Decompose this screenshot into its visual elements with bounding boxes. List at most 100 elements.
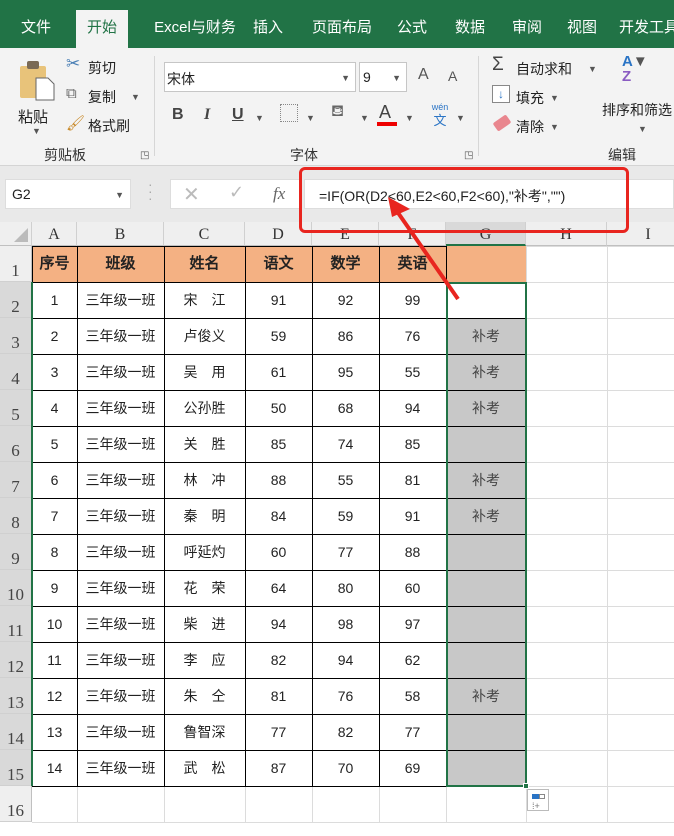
- table-cell[interactable]: 60: [379, 570, 446, 606]
- table-cell[interactable]: 76: [312, 678, 379, 714]
- chevron-down-icon[interactable]: ▼: [360, 113, 369, 123]
- table-cell[interactable]: 朱 仝: [164, 678, 245, 714]
- sort-filter-button[interactable]: A▼ Z 排序和筛选 ▼: [602, 54, 674, 138]
- table-cell[interactable]: 三年级一班: [77, 318, 164, 354]
- table-cell[interactable]: 8: [32, 534, 77, 570]
- table-cell[interactable]: 三年级一班: [77, 462, 164, 498]
- tab-8[interactable]: 视图: [556, 10, 608, 48]
- bold-button[interactable]: B: [172, 106, 184, 124]
- table-cell[interactable]: 94: [312, 642, 379, 678]
- cancel-icon[interactable]: ✕: [183, 182, 200, 207]
- tab-6[interactable]: 数据: [444, 10, 496, 48]
- table-cell[interactable]: 1: [32, 282, 77, 318]
- table-cell[interactable]: 59: [312, 498, 379, 534]
- row-header-12[interactable]: 12: [0, 642, 32, 678]
- tab-1[interactable]: 开始: [76, 10, 128, 48]
- font-color-button[interactable]: A: [377, 102, 399, 126]
- table-cell[interactable]: 92: [312, 282, 379, 318]
- table-cell[interactable]: 4: [32, 390, 77, 426]
- table-cell[interactable]: 秦 明: [164, 498, 245, 534]
- font-size-dropdown[interactable]: 9 ▼: [359, 62, 407, 92]
- table-cell[interactable]: 三年级一班: [77, 570, 164, 606]
- paste-button[interactable]: 粘贴 ▼: [12, 56, 56, 136]
- row-header-9[interactable]: 9: [0, 534, 32, 570]
- table-cell[interactable]: 77: [312, 534, 379, 570]
- table-cell[interactable]: 11: [32, 642, 77, 678]
- row-header-8[interactable]: 8: [0, 498, 32, 534]
- table-cell[interactable]: 三年级一班: [77, 390, 164, 426]
- autosum-button[interactable]: Σ 自动求和 ▼: [492, 54, 602, 78]
- insert-function-button[interactable]: fx: [273, 184, 285, 204]
- table-cell[interactable]: 3: [32, 354, 77, 390]
- column-header-A[interactable]: A: [32, 222, 77, 246]
- table-cell[interactable]: 58: [379, 678, 446, 714]
- table-cell[interactable]: 95: [312, 354, 379, 390]
- table-cell[interactable]: 5: [32, 426, 77, 462]
- table-cell[interactable]: 88: [245, 462, 312, 498]
- clear-button[interactable]: 清除 ▼: [492, 114, 572, 136]
- table-cell[interactable]: 77: [245, 714, 312, 750]
- table-cell[interactable]: 13: [32, 714, 77, 750]
- table-cell[interactable]: 82: [245, 642, 312, 678]
- font-name-dropdown[interactable]: 宋体 ▼: [164, 62, 356, 92]
- tab-0[interactable]: 文件: [8, 10, 64, 48]
- table-cell[interactable]: 吴 用: [164, 354, 245, 390]
- table-cell[interactable]: 68: [312, 390, 379, 426]
- table-cell[interactable]: 三年级一班: [77, 534, 164, 570]
- table-cell[interactable]: 6: [32, 462, 77, 498]
- table-cell[interactable]: 74: [312, 426, 379, 462]
- table-cell[interactable]: 88: [379, 534, 446, 570]
- row-header-6[interactable]: 6: [0, 426, 32, 462]
- row-header-15[interactable]: 15: [0, 750, 32, 786]
- enter-icon[interactable]: ✓: [229, 182, 244, 203]
- underline-button[interactable]: U: [232, 106, 244, 124]
- row-header-10[interactable]: 10: [0, 570, 32, 606]
- table-cell[interactable]: 98: [312, 606, 379, 642]
- table-cell[interactable]: 76: [379, 318, 446, 354]
- copy-button[interactable]: ⧉ 复制 ▼: [66, 85, 146, 107]
- decrease-font-size-button[interactable]: A: [448, 68, 457, 84]
- table-cell[interactable]: 64: [245, 570, 312, 606]
- row-header-3[interactable]: 3: [0, 318, 32, 354]
- tab-4[interactable]: 页面布局: [300, 10, 384, 48]
- row-header-7[interactable]: 7: [0, 462, 32, 498]
- table-cell[interactable]: 70: [312, 750, 379, 786]
- increase-font-size-button[interactable]: A: [418, 66, 429, 84]
- table-cell[interactable]: 柴 进: [164, 606, 245, 642]
- italic-button[interactable]: I: [204, 106, 210, 124]
- table-cell[interactable]: 94: [245, 606, 312, 642]
- table-cell[interactable]: 81: [379, 462, 446, 498]
- chevron-down-icon[interactable]: ▼: [405, 113, 414, 123]
- table-cell[interactable]: 鲁智深: [164, 714, 245, 750]
- table-cell[interactable]: 60: [245, 534, 312, 570]
- table-cell[interactable]: 87: [245, 750, 312, 786]
- table-cell[interactable]: 2: [32, 318, 77, 354]
- table-cell[interactable]: 12: [32, 678, 77, 714]
- fill-button[interactable]: ↓ 填充 ▼: [492, 85, 572, 107]
- tab-5[interactable]: 公式: [387, 10, 437, 48]
- cut-button[interactable]: ✂ 剪切: [66, 54, 136, 78]
- row-header-4[interactable]: 4: [0, 354, 32, 390]
- dialog-launcher-icon[interactable]: ◳: [464, 150, 473, 161]
- table-cell[interactable]: 80: [312, 570, 379, 606]
- tab-3[interactable]: 插入: [242, 10, 294, 48]
- table-cell[interactable]: 三年级一班: [77, 642, 164, 678]
- fill-color-button[interactable]: ⛾: [331, 102, 344, 122]
- table-cell[interactable]: 三年级一班: [77, 426, 164, 462]
- row-header-13[interactable]: 13: [0, 678, 32, 714]
- table-cell[interactable]: 关 胜: [164, 426, 245, 462]
- table-cell[interactable]: 10: [32, 606, 77, 642]
- table-cell[interactable]: 三年级一班: [77, 354, 164, 390]
- table-cell[interactable]: 94: [379, 390, 446, 426]
- table-cell[interactable]: 85: [379, 426, 446, 462]
- table-cell[interactable]: 82: [312, 714, 379, 750]
- table-cell[interactable]: 84: [245, 498, 312, 534]
- chevron-down-icon[interactable]: ▼: [456, 113, 465, 123]
- table-cell[interactable]: 宋 江: [164, 282, 245, 318]
- selection-range[interactable]: [446, 282, 527, 787]
- table-cell[interactable]: 14: [32, 750, 77, 786]
- table-cell[interactable]: 三年级一班: [77, 606, 164, 642]
- chevron-down-icon[interactable]: ▼: [255, 113, 264, 123]
- table-cell[interactable]: 85: [245, 426, 312, 462]
- table-cell[interactable]: 花 荣: [164, 570, 245, 606]
